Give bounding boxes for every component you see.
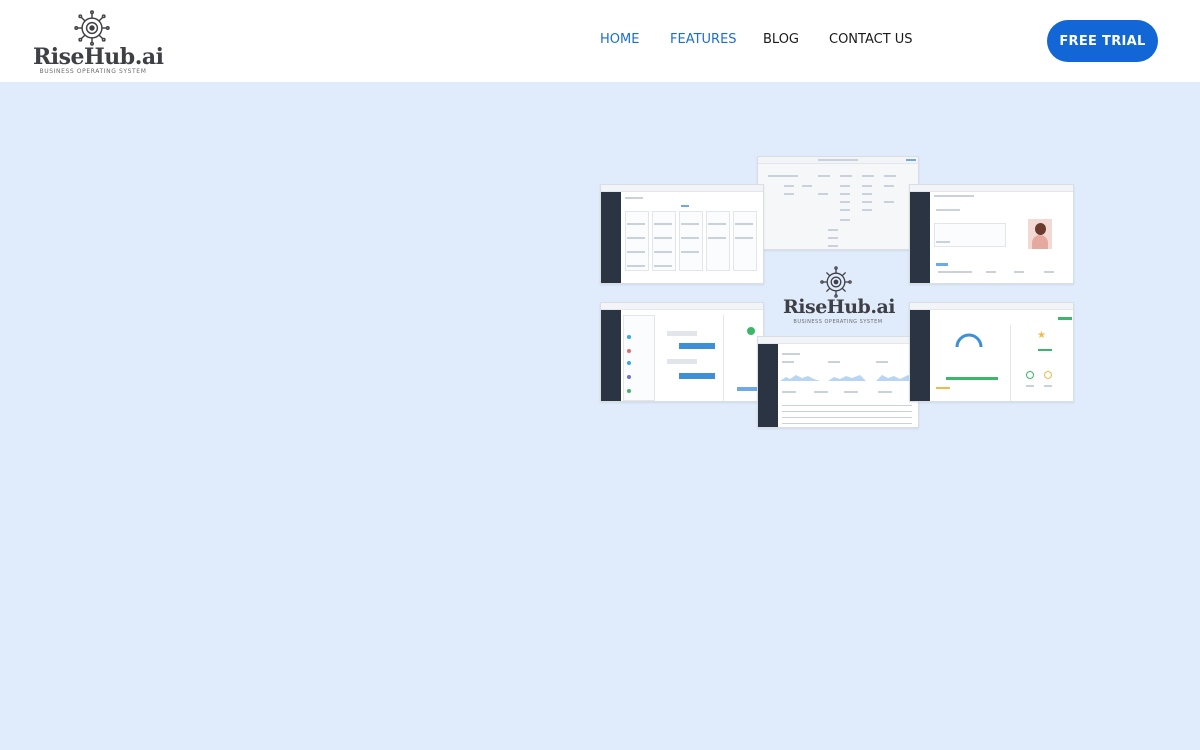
collage-brand-name: RiseHub.ai bbox=[783, 296, 896, 318]
brand-logo[interactable]: RiseHub.ai BUSINESS OPERATING SYSTEM bbox=[33, 10, 164, 78]
profile-photo bbox=[1028, 219, 1052, 249]
brand-name: RiseHub.ai bbox=[33, 44, 164, 70]
screenshot-topbar bbox=[601, 185, 763, 192]
brand-tagline: BUSINESS OPERATING SYSTEM bbox=[39, 68, 147, 75]
screenshot-sidebar bbox=[601, 310, 621, 401]
screenshot-pipeline bbox=[600, 184, 764, 284]
collage-brand-logo: RiseHub.ai BUSINESS OPERATING SYSTEM bbox=[783, 266, 896, 328]
screenshot-sidebar bbox=[910, 310, 930, 401]
screenshot-topbar bbox=[601, 303, 763, 310]
screenshot-dashboard bbox=[757, 336, 919, 428]
star-icon: ★ bbox=[1037, 330, 1046, 341]
free-trial-button[interactable]: FREE TRIAL bbox=[1047, 20, 1158, 62]
screenshot-topbar bbox=[910, 303, 1073, 310]
sparkline-chart bbox=[780, 375, 916, 381]
circuit-gear-icon bbox=[74, 10, 110, 46]
collage-brand-tagline: BUSINESS OPERATING SYSTEM bbox=[793, 319, 883, 325]
screenshot-sidebar bbox=[910, 192, 930, 283]
screenshot-profile bbox=[909, 184, 1074, 284]
screenshot-sidebar bbox=[601, 192, 621, 283]
nav-contact-us[interactable]: CONTACT US bbox=[829, 32, 913, 47]
screenshot-topbar bbox=[758, 337, 918, 344]
site-header: RiseHub.ai BUSINESS OPERATING SYSTEM HOM… bbox=[0, 0, 1200, 82]
nav-features[interactable]: FEATURES bbox=[670, 32, 737, 47]
nav-home[interactable]: HOME bbox=[600, 32, 639, 47]
neutral-icon bbox=[1044, 371, 1052, 379]
product-screenshot-collage: ★ RiseHub.ai BUSINESS OPERATING SYSTEM bbox=[598, 156, 1076, 428]
screenshot-chat bbox=[600, 302, 764, 402]
gauge-chart bbox=[955, 333, 983, 348]
screenshot-calendar bbox=[757, 156, 919, 250]
screenshot-reports: ★ bbox=[909, 302, 1074, 402]
smile-icon bbox=[1026, 371, 1034, 379]
circuit-gear-icon bbox=[820, 266, 852, 298]
screenshot-topbar bbox=[910, 185, 1073, 192]
nav-blog[interactable]: BLOG bbox=[763, 32, 799, 47]
screenshot-sidebar bbox=[758, 344, 778, 427]
